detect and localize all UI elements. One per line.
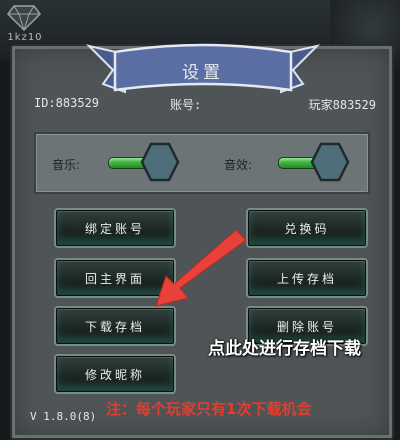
account-label: 账号: — [170, 98, 202, 112]
player-id: ID:883529 — [34, 96, 100, 110]
download-save-button[interactable]: 下载存档 — [56, 308, 174, 344]
change-nickname-button[interactable]: 修改昵称 — [56, 356, 174, 392]
diamond-icon — [7, 5, 41, 32]
main-menu-button[interactable]: 回主界面 — [56, 260, 174, 296]
version-label: V 1.8.0(8) — [30, 410, 97, 423]
download-notice-text: 注：每个玩家只有1次下载机会 — [106, 400, 312, 418]
dialog-title: 设置 — [182, 63, 224, 83]
download-callout-text: 点此处进行存档下载 — [208, 339, 361, 359]
bind-account-button[interactable]: 绑定账号 — [56, 210, 174, 246]
upload-save-button[interactable]: 上传存档 — [248, 260, 366, 296]
music-label: 音乐: — [52, 158, 81, 172]
redeem-code-button[interactable]: 兑换码 — [248, 210, 366, 246]
music-slider-knob[interactable] — [140, 142, 180, 182]
player-name: 玩家883529 — [308, 98, 376, 112]
sfx-slider-knob[interactable] — [310, 142, 350, 182]
sfx-label: 音效: — [224, 158, 253, 172]
